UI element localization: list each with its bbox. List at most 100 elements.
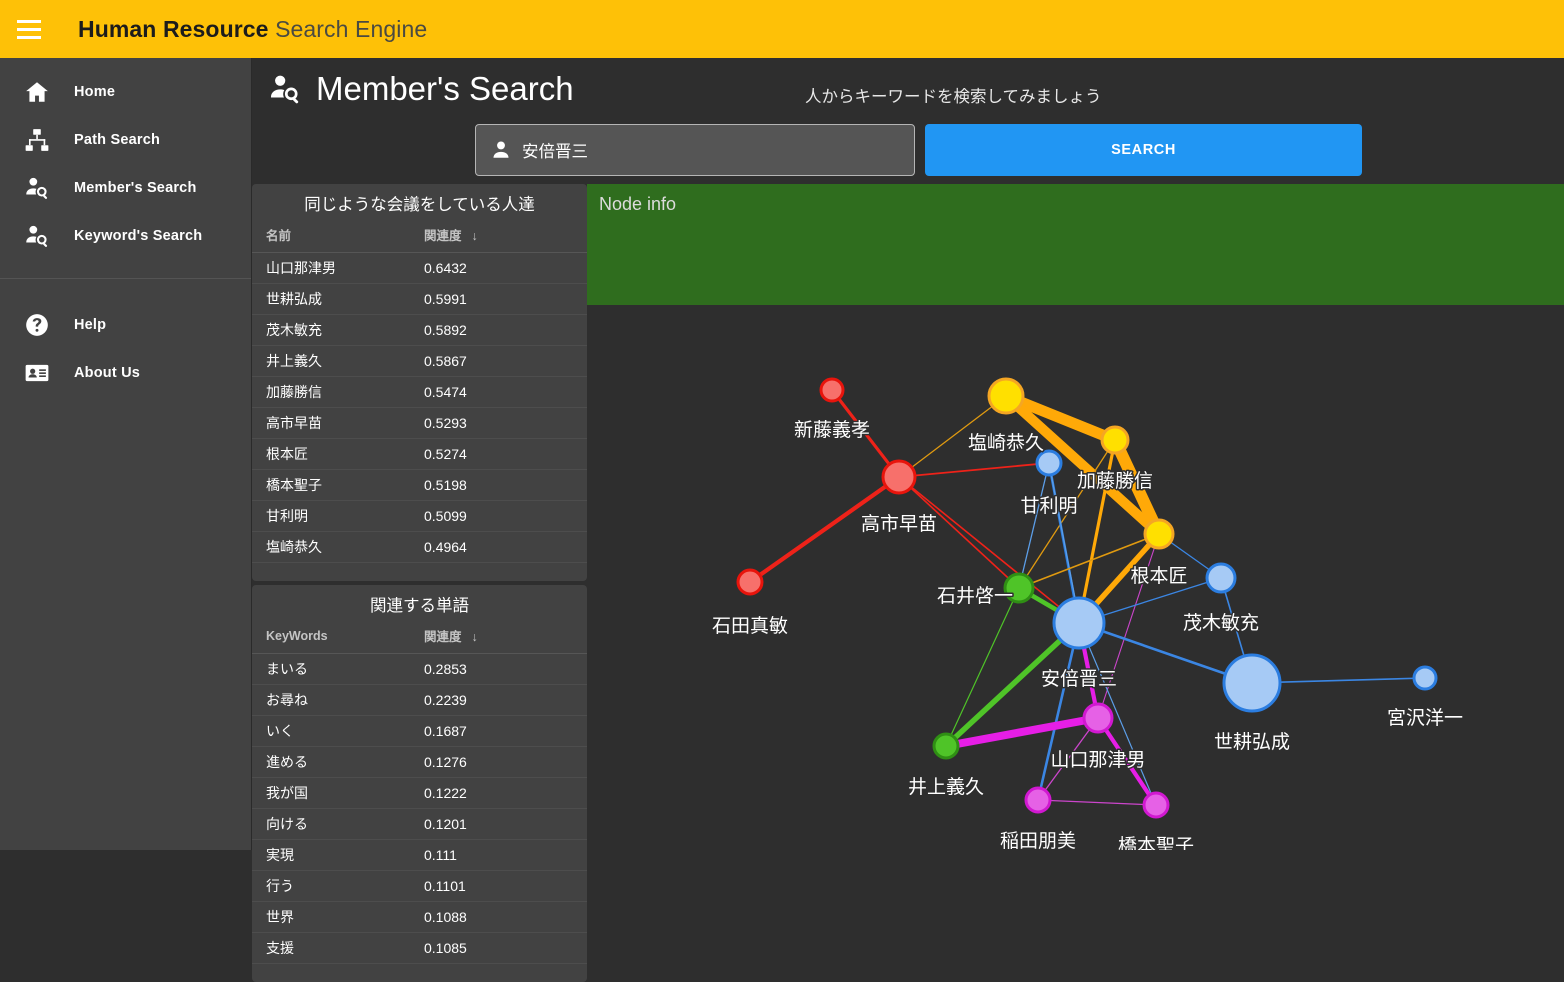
sidebar-item-path-search[interactable]: Path Search: [0, 116, 251, 164]
graph-edge: [1037, 799, 1157, 806]
table-row[interactable]: 世耕弘成 0.5991: [252, 283, 587, 315]
keyword-score-cell: 0.1088: [424, 901, 587, 933]
person-name-cell: 加藤勝信: [252, 376, 424, 408]
graph-node[interactable]: [1222, 653, 1282, 713]
table-row[interactable]: 我が国 0.1222: [252, 777, 587, 809]
keyword-score-cell: 0.1201: [424, 808, 587, 840]
sidebar-item-label: Help: [74, 317, 107, 333]
person-name-cell: 世耕弘成: [252, 283, 424, 315]
person-score-cell: 0.5274: [424, 438, 587, 470]
brand-title-light: Search Engine: [268, 15, 428, 42]
keyword-score-cell: 0.2853: [424, 653, 587, 685]
sidebar-item-label: Home: [74, 84, 116, 100]
table-row[interactable]: 支援 0.1085: [252, 932, 587, 964]
results-cards: 同じような会議をしている人達 名前 関連度 ↓ 山口那津男 0.6432 世耕弘成 0.…: [252, 184, 587, 982]
keyword-score-cell: 0.2239: [424, 684, 587, 716]
table-row[interactable]: 甘利明 0.5099: [252, 500, 587, 532]
graph-edge: [1018, 462, 1050, 589]
home-icon: [0, 79, 74, 105]
people-table-card: 同じような会議をしている人達 名前 関連度 ↓ 山口那津男 0.6432 世耕弘成 0.…: [252, 184, 587, 581]
search-button[interactable]: SEARCH: [925, 124, 1362, 176]
network-graph[interactable]: 塩崎恭久 新藤義孝 加藤勝信 甘利明 高市早苗 根本匠 茂木敏充 石井啓一 石田真敏 安倍晋三 世耕…: [587, 305, 1564, 850]
table-row[interactable]: 世界 0.1088: [252, 901, 587, 933]
sidebar-item-help[interactable]: Help: [0, 301, 251, 349]
table-row[interactable]: 橋本聖子 0.5198: [252, 469, 587, 501]
keyword-name-cell: 我が国: [252, 777, 424, 809]
graph-node[interactable]: [819, 377, 845, 403]
graph-node-label: 新藤義孝: [794, 419, 870, 441]
graph-node[interactable]: [1143, 518, 1175, 550]
graph-node[interactable]: [1035, 449, 1063, 477]
sidebar-item-home[interactable]: Home: [0, 68, 251, 116]
graph-node[interactable]: [1205, 562, 1237, 594]
table-row[interactable]: 向ける 0.1201: [252, 808, 587, 840]
sidebar-item-label: Path Search: [74, 132, 161, 148]
table-row[interactable]: 根本匠 0.5274: [252, 438, 587, 470]
keyword-name-cell: お尋ね: [252, 684, 424, 716]
search-input[interactable]: 安倍晋三: [475, 124, 915, 176]
sidebar-item-keywords-search[interactable]: Keyword's Search: [0, 212, 251, 260]
graph-node-label: 井上義久: [908, 776, 984, 798]
table-row[interactable]: 茂木敏充 0.5892: [252, 314, 587, 346]
graph-node[interactable]: [987, 377, 1025, 415]
graph-node[interactable]: [1082, 702, 1114, 734]
people-table-header-name[interactable]: 名前: [252, 221, 424, 253]
table-row[interactable]: 実現 0.111: [252, 839, 587, 871]
keywords-table-header-score[interactable]: 関連度 ↓: [424, 622, 587, 654]
person-score-cell: 0.5198: [424, 469, 587, 501]
person-score-cell: 0.5892: [424, 314, 587, 346]
graph-node[interactable]: [1412, 665, 1438, 691]
people-table-header-score[interactable]: 関連度 ↓: [424, 221, 587, 253]
sidebar-item-members-search[interactable]: Member's Search: [0, 164, 251, 212]
graph-node[interactable]: [1052, 596, 1106, 650]
table-row[interactable]: 塩崎恭久 0.4964: [252, 531, 587, 563]
keyword-score-cell: 0.1101: [424, 870, 587, 902]
table-row[interactable]: 行う 0.1101: [252, 870, 587, 902]
people-table-spacer: [252, 563, 587, 581]
keywords-table-card: 関連する単語 KeyWords 関連度 ↓ まいる 0.2853 お尋ね 0.2239 い…: [252, 585, 587, 982]
graph-node[interactable]: [736, 568, 764, 596]
table-row[interactable]: お尋ね 0.2239: [252, 684, 587, 716]
keyword-score-cell: 0.1222: [424, 777, 587, 809]
table-row[interactable]: 山口那津男 0.6432: [252, 252, 587, 284]
table-row[interactable]: 高市早苗 0.5293: [252, 407, 587, 439]
table-row[interactable]: 井上義久 0.5867: [252, 345, 587, 377]
id-card-icon: [0, 360, 74, 386]
graph-node-label: 稲田朋美: [1000, 830, 1076, 850]
person-score-cell: 0.6432: [424, 252, 587, 284]
people-table-title: 同じような会議をしている人達: [304, 196, 535, 214]
keyword-score-cell: 0.111: [424, 839, 587, 871]
graph-node[interactable]: [1024, 786, 1052, 814]
graph-node[interactable]: [932, 732, 960, 760]
search-input-value: 安倍晋三: [522, 143, 588, 161]
sidebar-item-label: Member's Search: [74, 180, 197, 196]
person-search-icon: [0, 175, 74, 201]
keyword-name-cell: 行う: [252, 870, 424, 902]
page-title: Member's Search: [316, 70, 574, 107]
graph-edge: [1036, 621, 1081, 802]
person-name-cell: 甘利明: [252, 500, 424, 532]
person-score-cell: 0.5867: [424, 345, 587, 377]
table-row[interactable]: 加藤勝信 0.5474: [252, 376, 587, 408]
graph-node[interactable]: [1142, 791, 1170, 819]
graph-node[interactable]: [881, 459, 917, 495]
keyword-score-cell: 0.1085: [424, 932, 587, 964]
keyword-name-cell: 向ける: [252, 808, 424, 840]
keywords-table: KeyWords 関連度 ↓ まいる 0.2853 お尋ね 0.2239 いく 0.1687…: [252, 622, 587, 964]
table-row[interactable]: まいる 0.2853: [252, 653, 587, 685]
person-search-icon: [268, 72, 302, 106]
keyword-name-cell: 実現: [252, 839, 424, 871]
table-row[interactable]: 進める 0.1276: [252, 746, 587, 778]
keywords-table-header-keyword[interactable]: KeyWords: [252, 622, 424, 654]
brand-title: Human Resource Search Engine: [58, 16, 427, 43]
person-search-icon: [0, 223, 74, 249]
graph-node-label: 加藤勝信: [1077, 470, 1153, 492]
network-graph-svg[interactable]: 塩崎恭久 新藤義孝加藤勝信甘利明高市早苗根本匠茂木敏充 石井啓一石田真敏安倍晋三世耕…: [587, 305, 1564, 850]
sidebar-item-about-us[interactable]: About Us: [0, 349, 251, 397]
graph-edge: [945, 587, 1020, 747]
graph-node-label: 宮沢洋一: [1387, 707, 1463, 729]
graph-node-label: 根本匠: [1130, 565, 1187, 587]
hamburger-menu-icon[interactable]: [0, 0, 58, 58]
graph-node[interactable]: [1100, 425, 1130, 455]
table-row[interactable]: いく 0.1687: [252, 715, 587, 747]
